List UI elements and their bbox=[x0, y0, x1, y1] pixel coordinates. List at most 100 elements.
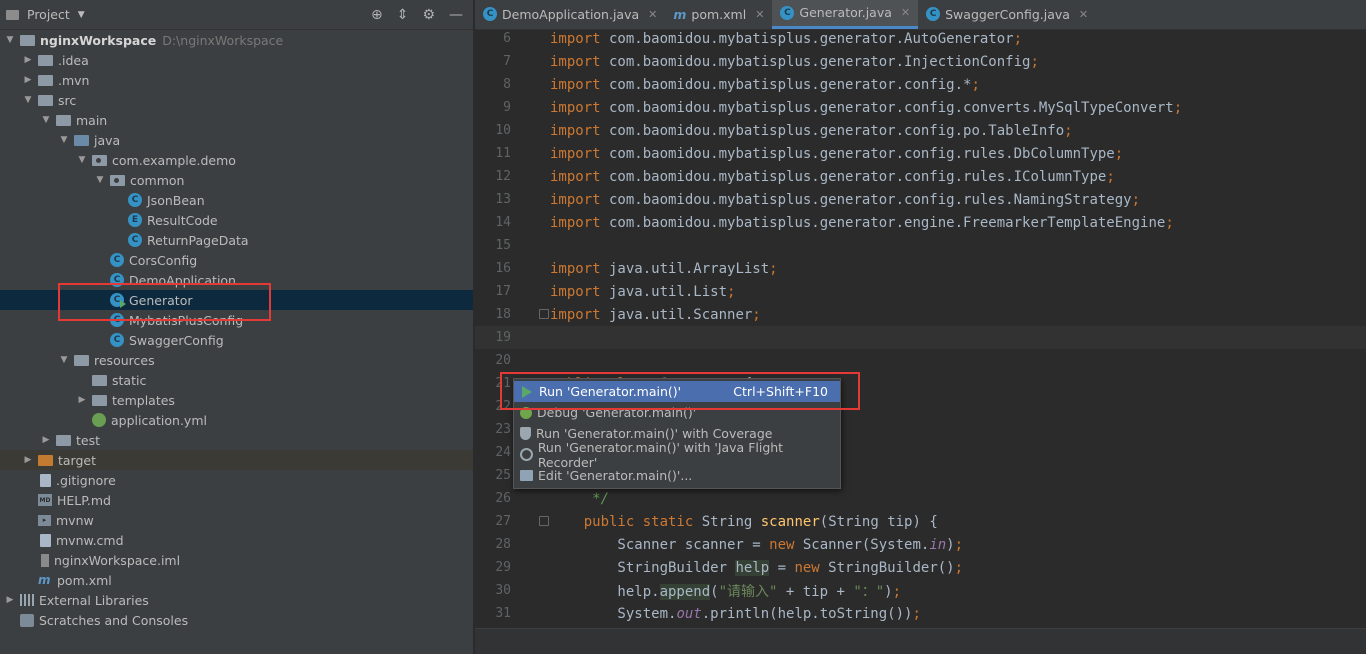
project-view-selector[interactable]: Project ▼ bbox=[6, 7, 85, 22]
expanded-arrow-icon[interactable]: ▼ bbox=[40, 115, 52, 125]
class-icon: C bbox=[128, 233, 142, 247]
editor-tab[interactable]: C Generator.java ✕ bbox=[772, 0, 919, 29]
tree-item[interactable]: ▼ nginxWorkspace D:\nginxWorkspace bbox=[0, 30, 473, 50]
line-number: 12 bbox=[495, 169, 511, 184]
tree-item[interactable]: E ResultCode bbox=[0, 210, 473, 230]
expanded-arrow-icon[interactable]: ▼ bbox=[58, 135, 70, 145]
locate-icon[interactable]: ⊕ bbox=[371, 7, 383, 23]
menu-item[interactable]: Run 'Generator.main()' with 'Java Flight… bbox=[514, 440, 840, 470]
code-text: help.append("请输入" + tip + "："); bbox=[550, 583, 902, 600]
source-folder-icon bbox=[74, 135, 89, 146]
collapsed-arrow-icon[interactable]: ▶ bbox=[4, 595, 16, 605]
collapsed-arrow-icon[interactable]: ▶ bbox=[76, 395, 88, 405]
tree-item[interactable]: ▼ common bbox=[0, 170, 473, 190]
tree-item[interactable]: m pom.xml bbox=[0, 570, 473, 590]
tree-item[interactable]: .gitignore bbox=[0, 470, 473, 490]
gutter bbox=[511, 349, 550, 372]
tree-item[interactable]: C CorsConfig bbox=[0, 250, 473, 270]
gutter bbox=[511, 211, 550, 234]
line-number: 29 bbox=[495, 560, 511, 575]
gutter bbox=[511, 533, 550, 556]
collapsed-arrow-icon[interactable]: ▶ bbox=[22, 75, 34, 85]
fold-marker-icon[interactable] bbox=[539, 309, 549, 319]
fold-marker-icon[interactable] bbox=[539, 516, 549, 526]
tree-item[interactable]: Scratches and Consoles bbox=[0, 610, 473, 630]
line-number: 13 bbox=[495, 192, 511, 207]
expanded-arrow-icon[interactable]: ▼ bbox=[58, 355, 70, 365]
class-icon: C bbox=[926, 7, 941, 21]
code-text: import com.baomidou.mybatisplus.generato… bbox=[550, 53, 1039, 70]
line-number: 18 bbox=[495, 307, 511, 322]
expanded-arrow-icon[interactable]: ▼ bbox=[4, 35, 16, 45]
tree-item[interactable]: ▼ com.example.demo bbox=[0, 150, 473, 170]
collapse-all-icon[interactable]: ⇕ bbox=[397, 7, 409, 23]
tree-item[interactable]: ▸ mvnw bbox=[0, 510, 473, 530]
editor-tab[interactable]: C DemoApplication.java ✕ bbox=[475, 0, 665, 29]
tree-item[interactable]: ▶ .idea bbox=[0, 50, 473, 70]
tree-item-label: mvnw bbox=[56, 512, 94, 528]
line-number: 25 bbox=[495, 468, 511, 483]
code-line: 28 Scanner scanner = new Scanner(System.… bbox=[475, 533, 1366, 556]
gear-icon[interactable]: ⚙ bbox=[422, 7, 435, 23]
gutter bbox=[511, 50, 550, 73]
yaml-file-icon bbox=[92, 413, 106, 427]
line-number: 16 bbox=[495, 261, 511, 276]
code-text: import java.util.Scanner; bbox=[550, 306, 761, 323]
code-line: 7 import com.baomidou.mybatisplus.generat… bbox=[475, 50, 1366, 73]
tree-item-label: templates bbox=[112, 392, 175, 408]
code-text: Scanner scanner = new Scanner(System.in)… bbox=[550, 536, 964, 553]
expanded-arrow-icon[interactable]: ▼ bbox=[76, 155, 88, 165]
code-view[interactable]: 6 import com.baomidou.mybatisplus.generat… bbox=[475, 27, 1366, 628]
tree-item[interactable]: ▼ main bbox=[0, 110, 473, 130]
tree-item[interactable]: ▼ java bbox=[0, 130, 473, 150]
expanded-arrow-icon[interactable]: ▼ bbox=[94, 175, 106, 185]
tree-item[interactable]: nginxWorkspace.iml bbox=[0, 550, 473, 570]
editor-tabs: C DemoApplication.java ✕ m pom.xml ✕ C Generato… bbox=[475, 0, 1366, 30]
code-line: 18 import java.util.Scanner; bbox=[475, 303, 1366, 326]
close-icon[interactable]: ✕ bbox=[648, 8, 657, 21]
editor-tab-label: SwaggerConfig.java bbox=[945, 6, 1070, 22]
tree-item[interactable]: ▶ target bbox=[0, 450, 473, 470]
gutter bbox=[511, 579, 550, 602]
editor-tab[interactable]: m pom.xml ✕ bbox=[665, 0, 772, 29]
close-icon[interactable]: ✕ bbox=[1079, 8, 1088, 21]
tree-item[interactable]: static bbox=[0, 370, 473, 390]
gutter bbox=[511, 303, 550, 326]
collapsed-arrow-icon[interactable]: ▶ bbox=[22, 455, 34, 465]
code-text: import java.util.List; bbox=[550, 283, 736, 300]
menu-item-label: Edit 'Generator.main()'... bbox=[538, 468, 693, 483]
tree-item-label: .gitignore bbox=[56, 472, 116, 488]
collapsed-arrow-icon[interactable]: ▶ bbox=[40, 435, 52, 445]
code-text: */ bbox=[550, 490, 610, 507]
tree-item[interactable]: ▶ External Libraries bbox=[0, 590, 473, 610]
tree-item[interactable]: C SwaggerConfig bbox=[0, 330, 473, 350]
coverage-icon bbox=[520, 427, 531, 440]
expanded-arrow-icon[interactable]: ▼ bbox=[22, 95, 34, 105]
tree-item-label: common bbox=[130, 172, 185, 188]
gutter bbox=[511, 96, 550, 119]
tree-item[interactable]: ▶ test bbox=[0, 430, 473, 450]
code-line: 6 import com.baomidou.mybatisplus.generat… bbox=[475, 27, 1366, 50]
markdown-file-icon: MD bbox=[38, 494, 52, 506]
tree-item[interactable]: C JsonBean bbox=[0, 190, 473, 210]
tree-item[interactable]: mvnw.cmd bbox=[0, 530, 473, 550]
editor-tab-label: Generator.java bbox=[799, 5, 892, 20]
tree-item[interactable]: ▼ resources bbox=[0, 350, 473, 370]
hide-icon[interactable]: — bbox=[449, 7, 463, 23]
package-icon bbox=[110, 175, 125, 186]
line-number: 23 bbox=[495, 422, 511, 437]
tree-item[interactable]: ▶ templates bbox=[0, 390, 473, 410]
tree-item[interactable]: application.yml bbox=[0, 410, 473, 430]
tree-item[interactable]: ▶ .mvn bbox=[0, 70, 473, 90]
class-icon: C bbox=[128, 193, 142, 207]
close-icon[interactable]: ✕ bbox=[901, 6, 910, 19]
tree-item-label: .mvn bbox=[58, 72, 90, 88]
tree-item[interactable]: C ReturnPageData bbox=[0, 230, 473, 250]
editor-tab[interactable]: C SwaggerConfig.java ✕ bbox=[918, 0, 1096, 29]
line-number: 19 bbox=[495, 330, 511, 345]
class-icon: C bbox=[780, 5, 795, 20]
close-icon[interactable]: ✕ bbox=[755, 8, 764, 21]
tree-item[interactable]: ▼ src bbox=[0, 90, 473, 110]
tree-item[interactable]: MD HELP.md bbox=[0, 490, 473, 510]
collapsed-arrow-icon[interactable]: ▶ bbox=[22, 55, 34, 65]
